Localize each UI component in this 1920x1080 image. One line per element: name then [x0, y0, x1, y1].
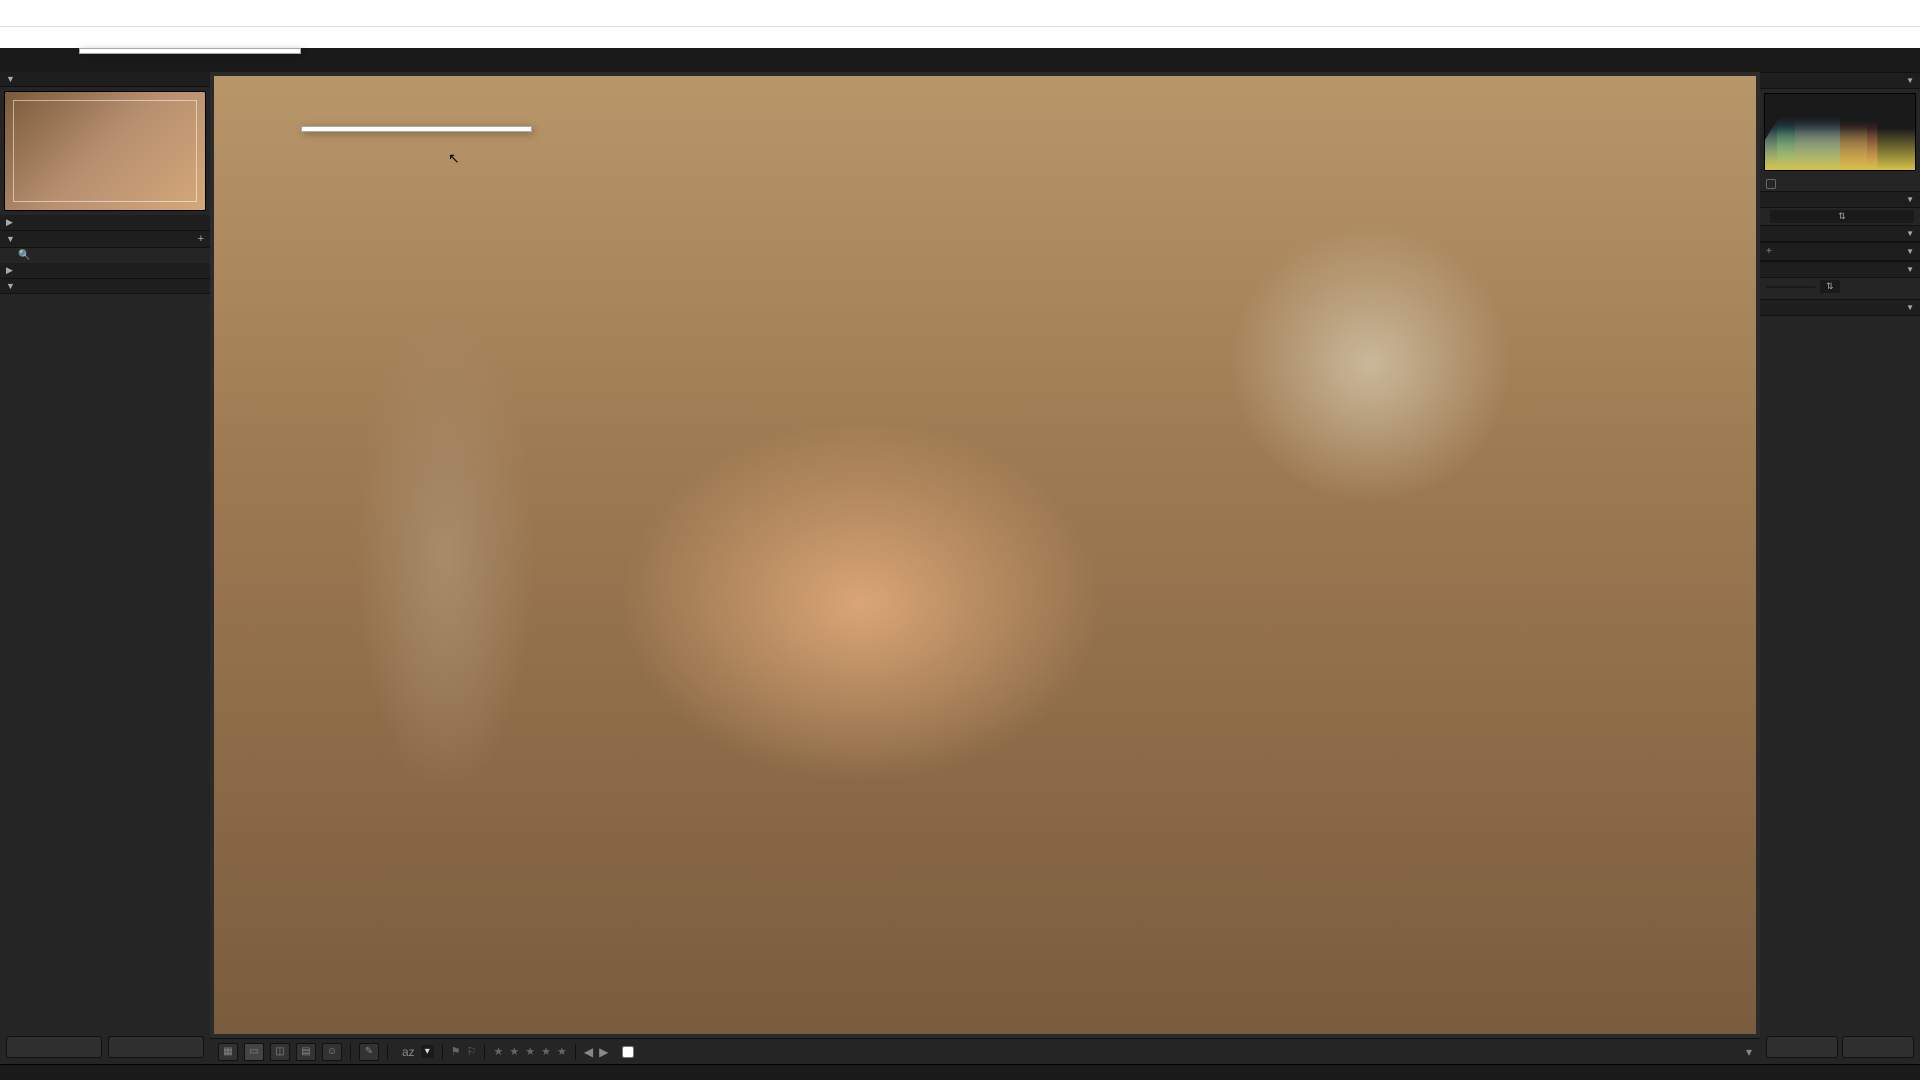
- flag-pick-icon[interactable]: ⚑: [451, 1045, 461, 1058]
- export-button[interactable]: [108, 1036, 204, 1058]
- defaults-select[interactable]: ⇅: [1770, 210, 1914, 223]
- filter-folders-input[interactable]: 🔍: [0, 248, 210, 263]
- keywording-panel-header[interactable]: ▼: [1760, 225, 1920, 242]
- sync-settings-button[interactable]: [1842, 1036, 1914, 1058]
- main-image: [214, 76, 1756, 1034]
- chevron-down-icon: ▼: [6, 281, 15, 291]
- keyword-list-panel-header[interactable]: +▼: [1760, 242, 1920, 261]
- next-photo-button[interactable]: ▶: [599, 1045, 608, 1059]
- comments-panel-header[interactable]: ▼: [1760, 299, 1920, 316]
- histogram-panel-header[interactable]: ▼: [1760, 72, 1920, 89]
- metadata-mode-select[interactable]: [1766, 286, 1816, 288]
- search-icon: 🔍: [18, 250, 30, 261]
- rating-star-4[interactable]: ★: [541, 1045, 551, 1058]
- add-folder-icon[interactable]: +: [198, 233, 204, 245]
- compare-view-button[interactable]: ◫: [270, 1043, 290, 1061]
- metadata-mode-arrow[interactable]: ⇅: [1820, 280, 1840, 293]
- catalog-panel-header[interactable]: ▶: [0, 215, 210, 231]
- edit-in-submenu: [301, 126, 532, 132]
- flag-reject-icon[interactable]: ⚐: [467, 1045, 477, 1058]
- find-more-services-link[interactable]: [0, 294, 210, 302]
- navigator-thumbnail[interactable]: [4, 91, 206, 211]
- grid-view-button[interactable]: ▦: [218, 1043, 238, 1061]
- folders-panel-header[interactable]: ▼ +: [0, 231, 210, 248]
- menubar: [0, 26, 1920, 48]
- rating-star-1[interactable]: ★: [493, 1045, 503, 1058]
- quick-develop-panel-header[interactable]: ▼: [1760, 191, 1920, 208]
- rating-star-2[interactable]: ★: [509, 1045, 519, 1058]
- people-view-button[interactable]: ☺: [322, 1043, 342, 1061]
- chevron-down-icon: ▼: [6, 74, 15, 84]
- loupe-toolbar: ▦ ▭ ◫ ▤ ☺ ✎ az ▾ ⚑ ⚐ ★ ★ ★ ★ ★ ◀ ▶: [210, 1038, 1760, 1064]
- toolbar-options-button[interactable]: ▾: [1746, 1045, 1752, 1059]
- chevron-right-icon: ▶: [6, 217, 13, 228]
- publish-services-panel-header[interactable]: ▼: [0, 279, 210, 294]
- original-photo-checkbox[interactable]: [1766, 179, 1776, 189]
- collections-panel-header[interactable]: ▶: [0, 263, 210, 279]
- navigator-panel-header[interactable]: ▼: [0, 72, 210, 87]
- metadata-panel-header[interactable]: ▼: [1760, 261, 1920, 278]
- sort-direction-button[interactable]: az: [402, 1045, 415, 1059]
- chevron-down-icon: ▼: [6, 234, 15, 244]
- chevron-right-icon: ▶: [6, 265, 13, 276]
- sort-select[interactable]: ▾: [421, 1045, 434, 1058]
- photo-menu-dropdown: [79, 48, 301, 54]
- prev-photo-button[interactable]: ◀: [584, 1045, 593, 1059]
- filmstrip[interactable]: [0, 1064, 1920, 1080]
- survey-view-button[interactable]: ▤: [296, 1043, 316, 1061]
- loupe-image-view[interactable]: [214, 76, 1756, 1034]
- loupe-view-button[interactable]: ▭: [244, 1043, 264, 1061]
- painter-tool-button[interactable]: ✎: [359, 1043, 379, 1061]
- show-grid-checkbox[interactable]: [622, 1046, 638, 1058]
- import-button[interactable]: [6, 1036, 102, 1058]
- rating-star-3[interactable]: ★: [525, 1045, 535, 1058]
- histogram[interactable]: [1764, 93, 1916, 171]
- sync-button[interactable]: [1766, 1036, 1838, 1058]
- rating-star-5[interactable]: ★: [557, 1045, 567, 1058]
